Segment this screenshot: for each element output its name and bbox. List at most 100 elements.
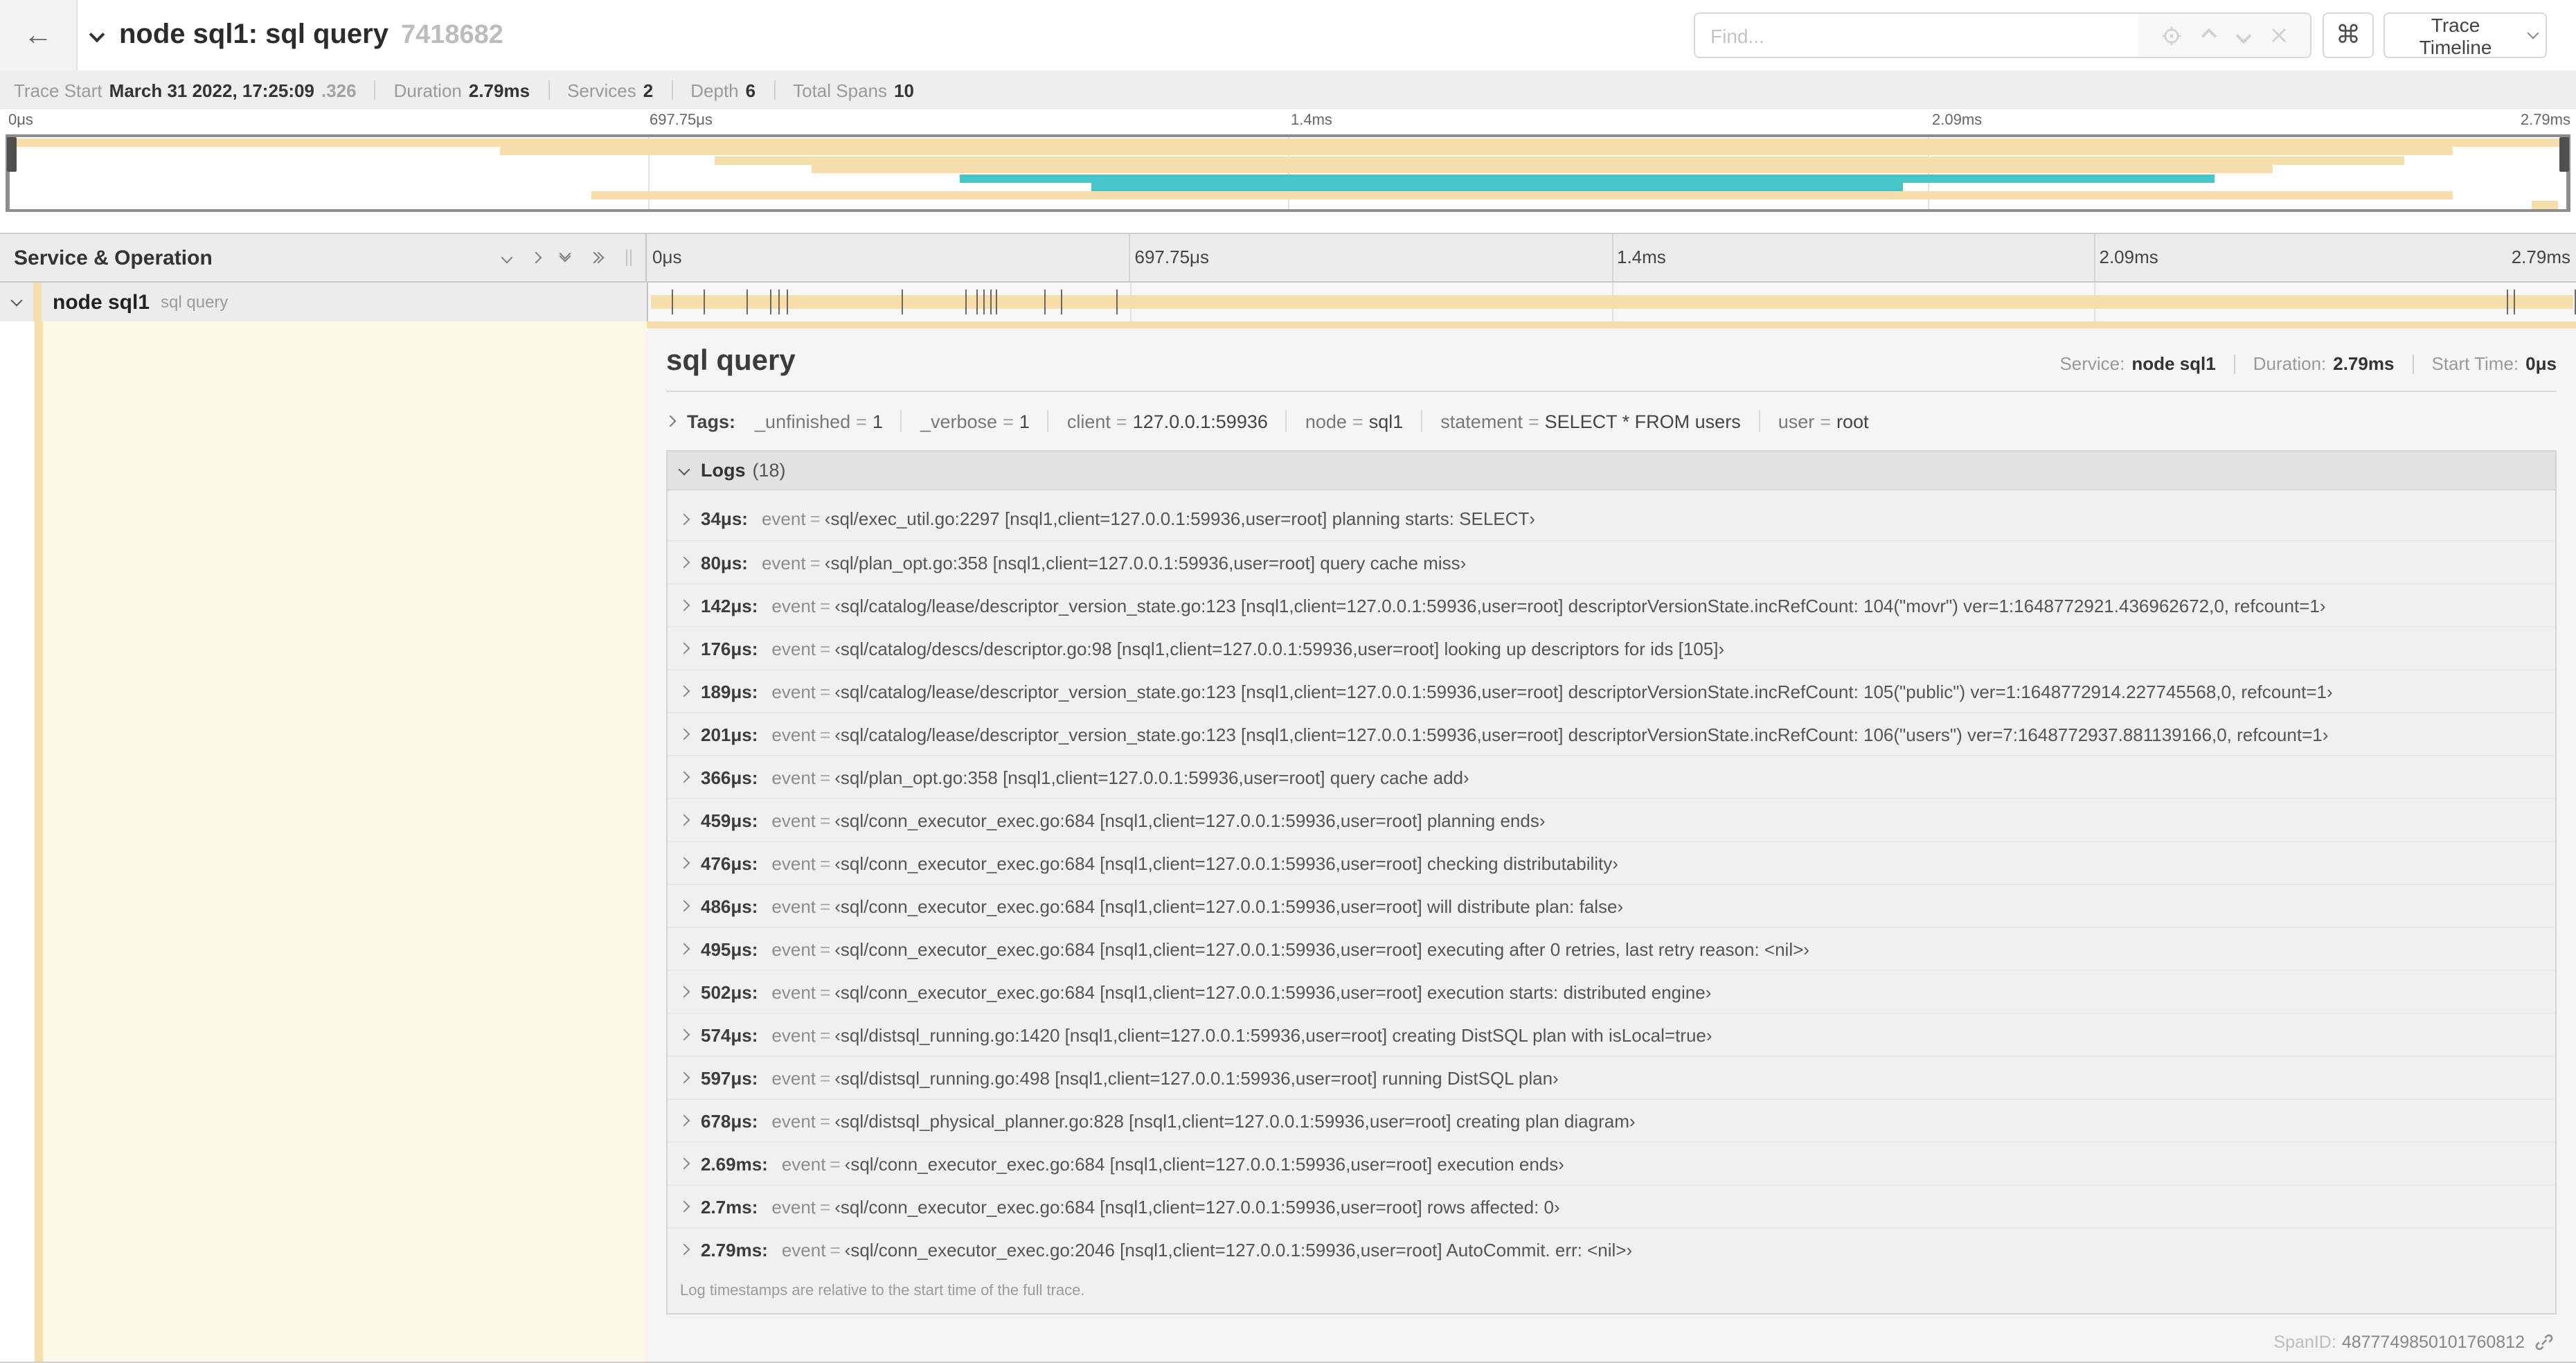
next-match-icon[interactable]: [2235, 27, 2251, 44]
log-row[interactable]: 476μs: event = ‹sql/conn_executor_exec.go:6…: [668, 841, 2555, 884]
log-timestamp: 80μs:: [701, 552, 748, 573]
minimap-scrubber-grip-left[interactable]: [7, 137, 17, 172]
stat-label: Total Spans: [793, 80, 887, 100]
log-field-value: ‹sql/conn_executor_exec.go:684 [nsql1,cl…: [834, 853, 1618, 873]
log-timestamp: 495μs:: [701, 938, 758, 959]
log-marker-tick: [990, 289, 992, 314]
minimap-span-bar: [2532, 200, 2558, 209]
log-row[interactable]: 2.69ms: event = ‹sql/conn_executor_exec.go:…: [668, 1141, 2555, 1184]
log-row[interactable]: 678μs: event = ‹sql/distsql_physical_planne…: [668, 1098, 2555, 1141]
log-row[interactable]: 201μs: event = ‹sql/catalog/lease/descripto…: [668, 712, 2555, 755]
minimap-tick-labels: 0μs 697.75μs 1.4ms 2.09ms 2.79ms: [6, 111, 2570, 133]
log-row[interactable]: 502μs: event = ‹sql/conn_executor_exec.go:6…: [668, 970, 2555, 1013]
log-chevron-icon: [678, 1200, 690, 1213]
deep-link-icon[interactable]: [2534, 1333, 2554, 1352]
log-row[interactable]: 597μs: event = ‹sql/distsql_running.go:498 …: [668, 1055, 2555, 1098]
collapse-all-icon[interactable]: [559, 247, 571, 262]
log-row[interactable]: 34μs: event = ‹sql/exec_util.go:2297 [nsql1…: [668, 497, 2555, 540]
log-field-key: event: [771, 938, 816, 959]
tag-value: 1: [1019, 411, 1030, 431]
ruler-tick-label: 1.4ms: [1617, 247, 1666, 267]
page-title: node sql1: sql query: [119, 19, 388, 50]
log-chevron-icon: [678, 642, 690, 654]
minimap-span-bar: [8, 139, 2568, 147]
logs-count: (18): [752, 460, 786, 481]
log-field-value: ‹sql/conn_executor_exec.go:684 [nsql1,cl…: [844, 1153, 1564, 1174]
log-row[interactable]: 495μs: event = ‹sql/conn_executor_exec.go:6…: [668, 927, 2555, 970]
log-timestamp: 597μs:: [701, 1067, 758, 1088]
collapse-one-icon[interactable]: [501, 251, 513, 264]
minimap-canvas[interactable]: [6, 134, 2570, 212]
log-field-key: event: [771, 681, 816, 702]
log-marker-tick: [769, 289, 771, 314]
log-field-value: ‹sql/conn_executor_exec.go:2046 [nsql1,c…: [844, 1239, 1633, 1260]
trace-stat: Depth 6: [690, 80, 755, 100]
trace-id: 7418682: [400, 20, 503, 49]
log-row[interactable]: 142μs: event = ‹sql/catalog/lease/descripto…: [668, 583, 2555, 626]
log-chevron-icon: [678, 513, 690, 525]
log-field-value: ‹sql/distsql_physical_planner.go:828 [ns…: [834, 1110, 1636, 1131]
log-chevron-icon: [678, 1071, 690, 1084]
prev-match-icon[interactable]: [2201, 27, 2217, 44]
tag-item: statement = SELECT * FROM users: [1440, 411, 1740, 431]
log-row[interactable]: 2.7ms: event = ‹sql/conn_executor_exec.go:6…: [668, 1184, 2555, 1227]
log-marker-tick: [965, 289, 967, 314]
tag-item: client = 127.0.0.1:59936: [1067, 411, 1268, 431]
expand-all-icon[interactable]: [588, 251, 605, 264]
log-row[interactable]: 176μs: event = ‹sql/catalog/descs/descripto…: [668, 626, 2555, 669]
view-selector-button[interactable]: Trace Timeline: [2383, 12, 2547, 58]
find-input[interactable]: [1695, 14, 2131, 57]
tag-eq: =: [856, 411, 867, 431]
log-row[interactable]: 2.79ms: event = ‹sql/conn_executor_exec.go:…: [668, 1227, 2555, 1270]
log-row[interactable]: 574μs: event = ‹sql/distsql_running.go:1420…: [668, 1013, 2555, 1055]
log-row[interactable]: 459μs: event = ‹sql/conn_executor_exec.go:6…: [668, 798, 2555, 841]
logs-header[interactable]: Logs (18): [668, 452, 2555, 490]
trace-title-wrap[interactable]: node sql1: sql query 7418682: [89, 0, 503, 71]
span-collapse-icon[interactable]: [10, 294, 23, 307]
log-timestamp: 366μs:: [701, 767, 758, 787]
stat-label: Duration: [393, 80, 462, 100]
span-row-name-cell[interactable]: node sql1 sql query: [0, 283, 647, 321]
ruler-gridline: [1611, 234, 1613, 281]
column-resize-handle[interactable]: [626, 249, 632, 266]
tag-key: node: [1305, 411, 1347, 431]
match-locate-icon[interactable]: [2161, 26, 2181, 45]
keyboard-shortcuts-button[interactable]: ⌘: [2323, 12, 2374, 58]
log-timestamp: 459μs:: [701, 810, 758, 830]
minimap-scrubber-grip-right[interactable]: [2559, 137, 2569, 172]
log-row[interactable]: 366μs: event = ‹sql/plan_opt.go:358 [nsql1,…: [668, 755, 2555, 798]
log-field-value: ‹sql/distsql_running.go:1420 [nsql1,clie…: [834, 1024, 1712, 1045]
span-row: node sql1 sql query: [0, 283, 2576, 321]
chevron-down-icon: [2527, 27, 2539, 39]
clear-search-icon[interactable]: [2272, 28, 2287, 43]
log-timestamp: 34μs:: [701, 508, 748, 529]
log-field-key: event: [771, 767, 816, 787]
span-operation-name: sql query: [161, 292, 229, 312]
tags-label: Tags:: [687, 411, 736, 431]
tag-value: root: [1836, 411, 1869, 431]
log-marker-tick: [1060, 289, 1062, 314]
tag-divider: [900, 410, 902, 432]
log-row[interactable]: 486μs: event = ‹sql/conn_executor_exec.go:6…: [668, 884, 2555, 927]
trace-stats-bar: Trace Start March 31 2022, 17:25:09 .326 Du…: [0, 71, 2576, 109]
log-field-value: ‹sql/catalog/lease/descriptor_version_st…: [834, 595, 2326, 616]
log-timestamp: 2.79ms:: [701, 1239, 768, 1260]
minimap-span-bar: [715, 156, 2404, 165]
log-timestamp: 574μs:: [701, 1024, 758, 1045]
log-chevron-icon: [678, 1114, 690, 1127]
ruler-tick-label: 697.75μs: [1134, 247, 1210, 267]
detail-separator: [666, 391, 2557, 392]
tag-value: 127.0.0.1:59936: [1132, 411, 1268, 431]
log-row[interactable]: 80μs: event = ‹sql/plan_opt.go:358 [nsql1,c…: [668, 540, 2555, 583]
log-equals: =: [820, 1067, 831, 1088]
back-button[interactable]: ←: [0, 0, 78, 71]
log-field-value: ‹sql/plan_opt.go:358 [nsql1,client=127.0…: [834, 767, 1469, 787]
meta-divider: [2412, 354, 2414, 373]
collapse-trace-icon[interactable]: [89, 26, 105, 42]
stats-divider: [548, 80, 550, 100]
tags-accordion[interactable]: Tags: _unfinished = 1 _verbose = 1 client = 127.…: [664, 410, 2557, 432]
log-row[interactable]: 189μs: event = ‹sql/catalog/lease/descripto…: [668, 669, 2555, 712]
expand-one-icon[interactable]: [530, 251, 542, 264]
span-duration-bar[interactable]: [651, 295, 2573, 309]
span-id-value: 4877749850101760812: [2341, 1333, 2525, 1352]
